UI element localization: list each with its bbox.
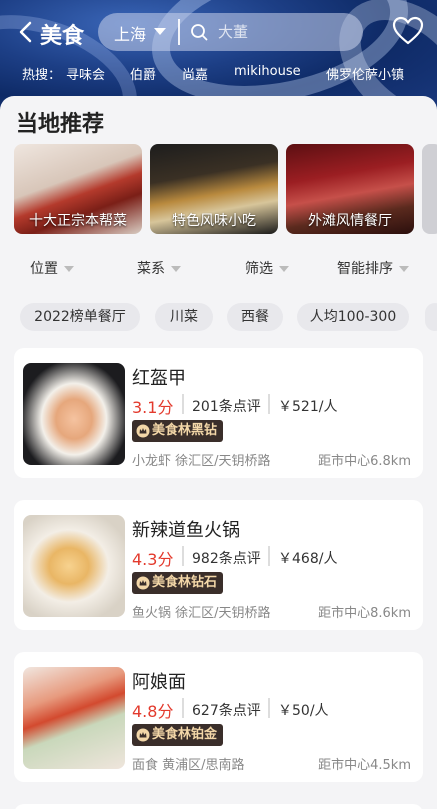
meishilin-badge: 美食林铂金 bbox=[132, 724, 224, 746]
main-content: 当地推荐 十大正宗本帮菜 特色风味小吃 外滩风情餐厅 位置 菜系 筛选 智能排序… bbox=[0, 96, 437, 809]
restaurant-card[interactable]: 阿娘面 4.8分 627条点评 ￥50/人 美食林铂金 面食 黄浦区/思南路 距… bbox=[14, 652, 423, 782]
badge-label: 美食林铂金 bbox=[152, 727, 218, 742]
caret-down-icon bbox=[279, 266, 289, 272]
back-arrow-icon[interactable] bbox=[16, 20, 38, 44]
restaurant-card-partial[interactable] bbox=[14, 804, 423, 809]
restaurant-score: 3.1分 bbox=[132, 398, 174, 417]
recommendation-card[interactable]: 特色风味小吃 bbox=[150, 144, 278, 234]
divider bbox=[268, 698, 270, 718]
hot-search-item[interactable]: 尚嘉 bbox=[182, 64, 208, 83]
recommendation-label: 十大正宗本帮菜 bbox=[29, 213, 127, 229]
restaurant-name: 阿娘面 bbox=[132, 672, 186, 693]
divider bbox=[268, 394, 270, 414]
caret-down-icon bbox=[64, 266, 74, 272]
hot-search-item[interactable]: mikihouse bbox=[234, 64, 301, 79]
divider bbox=[182, 698, 184, 718]
search-icon[interactable] bbox=[190, 23, 208, 41]
recommendation-card[interactable]: 十大正宗本帮菜 bbox=[14, 144, 142, 234]
divider bbox=[182, 394, 184, 414]
chip-western[interactable]: 西餐 bbox=[227, 303, 283, 331]
chip-partial[interactable] bbox=[425, 303, 437, 331]
hot-search-item[interactable]: 伯爵 bbox=[130, 64, 156, 83]
recommendation-label: 特色风味小吃 bbox=[172, 213, 256, 229]
hot-search-label: 热搜： bbox=[22, 68, 62, 83]
recommendation-card[interactable]: 外滩风情餐厅 bbox=[286, 144, 414, 234]
recommendation-card-partial[interactable] bbox=[422, 144, 437, 234]
restaurant-score: 4.8分 bbox=[132, 702, 174, 721]
restaurant-distance: 距市中心6.8km bbox=[318, 454, 411, 469]
average-price: ￥521/人 bbox=[278, 399, 338, 415]
review-count: 982条点评 bbox=[192, 551, 261, 567]
average-price: ￥468/人 bbox=[278, 551, 338, 567]
badge-label: 美食林黑钻 bbox=[152, 423, 218, 438]
section-title: 当地推荐 bbox=[16, 112, 105, 137]
average-price: ￥50/人 bbox=[278, 703, 329, 719]
city-selector[interactable]: 上海 bbox=[114, 21, 146, 45]
search-divider bbox=[178, 19, 180, 45]
crown-icon bbox=[136, 728, 150, 742]
divider bbox=[268, 546, 270, 566]
filter-label: 智能排序 bbox=[337, 261, 393, 277]
restaurant-card[interactable]: 红盔甲 3.1分 201条点评 ￥521/人 美食林黑钻 小龙虾 徐汇区/天钥桥… bbox=[14, 348, 423, 478]
filter-label: 位置 bbox=[30, 261, 58, 277]
crown-icon bbox=[136, 424, 150, 438]
restaurant-location: 面食 黄浦区/思南路 bbox=[132, 758, 245, 773]
recommendation-label: 外滩风情餐厅 bbox=[308, 213, 392, 229]
restaurant-location: 小龙虾 徐汇区/天钥桥路 bbox=[132, 454, 271, 469]
heart-icon[interactable] bbox=[391, 16, 425, 46]
chip-ranking[interactable]: 2022榜单餐厅 bbox=[20, 303, 140, 331]
hot-search-item[interactable]: 佛罗伦萨小镇 bbox=[326, 64, 404, 83]
crown-icon bbox=[136, 576, 150, 590]
restaurant-name: 红盔甲 bbox=[132, 368, 186, 389]
filter-location[interactable]: 位置 bbox=[30, 258, 74, 278]
filter-sort[interactable]: 智能排序 bbox=[337, 258, 409, 278]
restaurant-location: 鱼火锅 徐汇区/天钥桥路 bbox=[132, 606, 271, 621]
restaurant-image bbox=[23, 363, 125, 465]
restaurant-name: 新辣道鱼火锅 bbox=[132, 520, 240, 541]
chip-sichuan[interactable]: 川菜 bbox=[155, 303, 213, 331]
caret-down-icon bbox=[399, 266, 409, 272]
filter-filter[interactable]: 筛选 bbox=[245, 258, 289, 278]
filter-label: 筛选 bbox=[245, 261, 273, 277]
caret-down-icon bbox=[171, 266, 181, 272]
divider bbox=[182, 546, 184, 566]
search-box[interactable]: 上海 bbox=[98, 13, 363, 51]
search-input[interactable] bbox=[218, 21, 348, 43]
page-title: 美食 bbox=[40, 24, 85, 49]
restaurant-score: 4.3分 bbox=[132, 550, 174, 569]
meishilin-badge: 美食林钻石 bbox=[132, 572, 224, 594]
restaurant-card[interactable]: 新辣道鱼火锅 4.3分 982条点评 ￥468/人 美食林钻石 鱼火锅 徐汇区/… bbox=[14, 500, 423, 630]
restaurant-image bbox=[23, 667, 125, 769]
badge-label: 美食林钻石 bbox=[152, 575, 218, 590]
restaurant-distance: 距市中心8.6km bbox=[318, 606, 411, 621]
restaurant-image bbox=[23, 515, 125, 617]
review-count: 627条点评 bbox=[192, 703, 261, 719]
chip-price-range[interactable]: 人均100-300 bbox=[297, 303, 409, 331]
review-count: 201条点评 bbox=[192, 399, 261, 415]
meishilin-badge: 美食林黑钻 bbox=[132, 420, 224, 442]
filter-label: 菜系 bbox=[137, 261, 165, 277]
restaurant-distance: 距市中心4.5km bbox=[318, 758, 411, 773]
hot-search-item[interactable]: 寻味会 bbox=[66, 64, 105, 83]
filter-cuisine[interactable]: 菜系 bbox=[137, 258, 181, 278]
caret-down-icon[interactable] bbox=[154, 28, 166, 35]
